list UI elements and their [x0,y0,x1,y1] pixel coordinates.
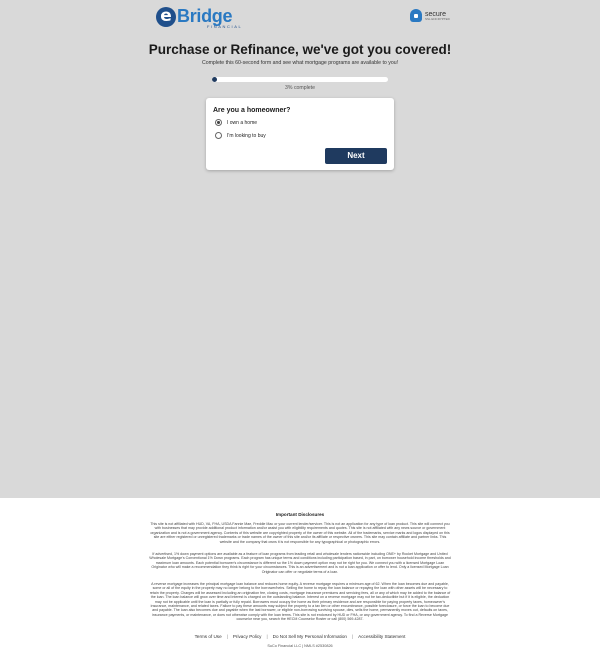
footer-links: Terms of Use | Privacy Policy | Do Not S… [0,634,600,639]
option-own-home[interactable]: I own a home [215,119,257,126]
option-looking-to-buy[interactable]: I'm looking to buy [215,132,266,139]
radio-button[interactable] [215,132,222,139]
logo-subtitle: FINANCIAL [207,24,243,29]
logo-name: Bridge [177,6,233,26]
disclosure-paragraph: This site is not affiliated with HUD, VA… [150,522,450,544]
secure-sublabel: SSL ENCRYPTED [425,16,450,21]
disclosure-paragraph: A reverse mortgage increases the princip… [149,582,451,622]
disclosures-title: Important Disclosures [275,512,325,517]
progress-bar-fill [212,77,218,82]
lock-icon [410,9,422,22]
option-label: I own a home [227,119,258,126]
logo-wordmark: Bridge FINANCIAL [177,7,242,29]
privacy-policy-link[interactable]: Privacy Policy [228,634,267,639]
radio-button[interactable] [215,119,222,126]
terms-of-use-link[interactable]: Terms of Use [190,634,227,639]
question-title: Are you a homeowner? [213,107,291,114]
next-button[interactable]: Next [325,148,387,164]
page-top-area: e Bridge FINANCIAL secure SSL ENCRYPTED … [0,0,600,498]
accessibility-statement-link[interactable]: Accessibility Statement [353,634,410,639]
secure-badge: secure SSL ENCRYPTED [410,9,450,22]
progress-bar [212,77,388,82]
disclosure-paragraph: If advertised, 1% down payment options a… [149,552,451,574]
page-subtitle: Complete this 60-second form and see wha… [201,60,399,66]
question-card: Are you a homeowner? I own a home I'm lo… [206,98,394,170]
option-label: I'm looking to buy [227,132,266,139]
copyright-text: SuCo Financial LLC | NMLS #2530826 [267,644,333,648]
page-title: Purchase or Refinance, we've got you cov… [148,42,452,57]
footer: Important Disclosures This site is not a… [0,498,600,662]
ebridge-logo[interactable]: e Bridge FINANCIAL [156,7,242,29]
do-not-sell-link[interactable]: Do Not Sell My Personal Information [268,634,352,639]
secure-text: secure SSL ENCRYPTED [425,11,450,21]
progress-label: 3% complete [285,85,315,91]
logo-e-icon: e [156,7,176,27]
